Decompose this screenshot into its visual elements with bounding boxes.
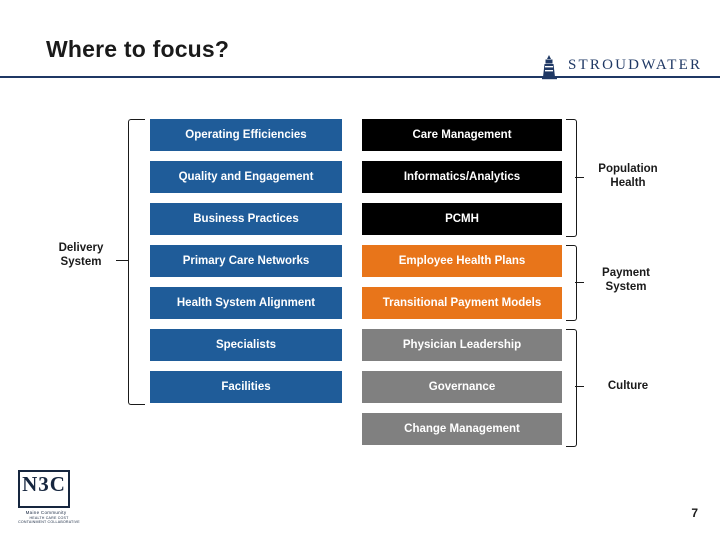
box-change-management[interactable]: Change Management — [362, 413, 562, 445]
page-number: 7 — [691, 506, 698, 520]
box-informatics-analytics[interactable]: Informatics/Analytics — [362, 161, 562, 193]
box-business-practices[interactable]: Business Practices — [150, 203, 342, 235]
box-facilities[interactable]: Facilities — [150, 371, 342, 403]
label-payment-system-line1: Payment — [602, 267, 650, 279]
box-care-management[interactable]: Care Management — [362, 119, 562, 151]
footer-logo: N3C Maine Community HEALTH CARE COST CON… — [18, 470, 82, 526]
slide-canvas: Where to focus? STROUDWATER Operating Ef… — [0, 0, 720, 540]
box-employee-health-plans[interactable]: Employee Health Plans — [362, 245, 562, 277]
box-transitional-payment-models[interactable]: Transitional Payment Models — [362, 287, 562, 319]
footer-logo-line1: Maine Community — [25, 510, 67, 515]
bracket-population-health — [566, 119, 577, 237]
brand-logo: STROUDWATER — [532, 54, 712, 82]
page-title: Where to focus? — [46, 36, 230, 62]
box-quality-and-engagement[interactable]: Quality and Engagement — [150, 161, 342, 193]
footer-logo-abbr: N3C — [22, 472, 66, 496]
box-governance[interactable]: Governance — [362, 371, 562, 403]
box-physician-leadership[interactable]: Physician Leadership — [362, 329, 562, 361]
bracket-culture-tick — [575, 386, 584, 387]
bracket-culture — [566, 329, 577, 447]
label-population-health-line1: Population — [598, 163, 658, 175]
box-primary-care-networks[interactable]: Primary Care Networks — [150, 245, 342, 277]
label-population-health-line2: Health — [610, 177, 646, 189]
bracket-delivery-system — [128, 119, 145, 405]
label-payment-system-line2: System — [605, 281, 647, 293]
label-delivery-system-line2: System — [60, 256, 102, 268]
bracket-delivery-system-tick — [116, 260, 129, 261]
label-delivery-system-line1: Delivery — [58, 242, 104, 254]
label-delivery-system: Delivery System — [46, 241, 116, 269]
label-culture: Culture — [607, 380, 649, 392]
label-population-health: Population Health — [585, 162, 671, 190]
box-specialists[interactable]: Specialists — [150, 329, 342, 361]
brand-name: STROUDWATER — [568, 57, 703, 73]
label-payment-system: Payment System — [583, 266, 669, 294]
box-pcmh[interactable]: PCMH — [362, 203, 562, 235]
bracket-payment-system — [566, 245, 577, 321]
box-health-system-alignment[interactable]: Health System Alignment — [150, 287, 342, 319]
footer-logo-line2: HEALTH CARE COST CONTAINMENT COLLABORATI… — [18, 516, 80, 524]
bracket-population-health-tick — [575, 177, 584, 178]
box-operating-efficiencies[interactable]: Operating Efficiencies — [150, 119, 342, 151]
lighthouse-icon — [538, 54, 560, 85]
